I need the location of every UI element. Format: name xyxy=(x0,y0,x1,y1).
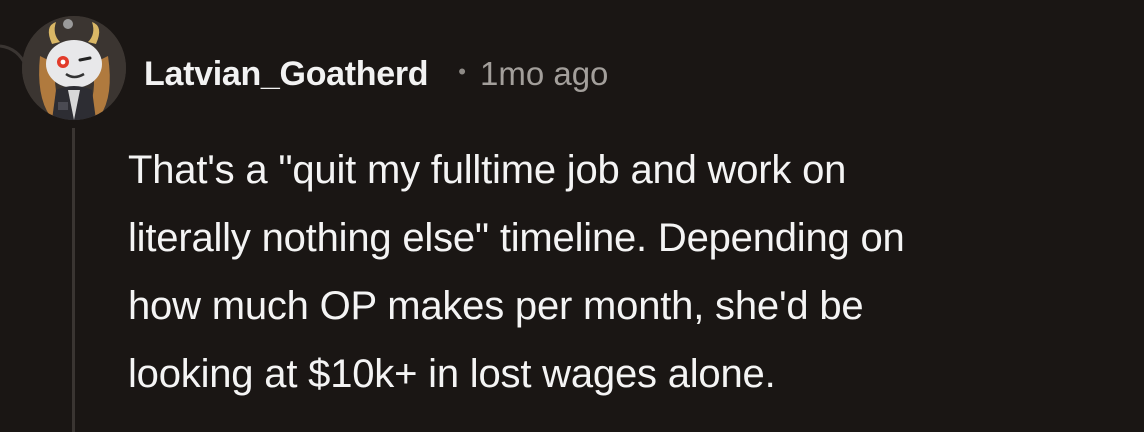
comment-timestamp[interactable]: 1mo ago xyxy=(480,55,608,93)
snoo-goat-avatar-icon xyxy=(22,16,126,120)
user-avatar[interactable] xyxy=(22,16,126,120)
author-username[interactable]: Latvian_Goatherd xyxy=(144,55,429,94)
comment-header: Latvian_Goatherd • 1mo ago xyxy=(144,46,608,102)
comment-line: literally nothing else" timeline. Depend… xyxy=(128,216,905,260)
comment-body: That's a "quit my fulltime job and work … xyxy=(128,136,1128,408)
comment-line: looking at $10k+ in lost wages alone. xyxy=(128,352,776,396)
comment-line: That's a "quit my fulltime job and work … xyxy=(128,148,847,192)
comment-line: how much OP makes per month, she'd be xyxy=(128,284,864,328)
thread-line[interactable] xyxy=(72,128,75,432)
meta-separator: • xyxy=(458,59,466,84)
